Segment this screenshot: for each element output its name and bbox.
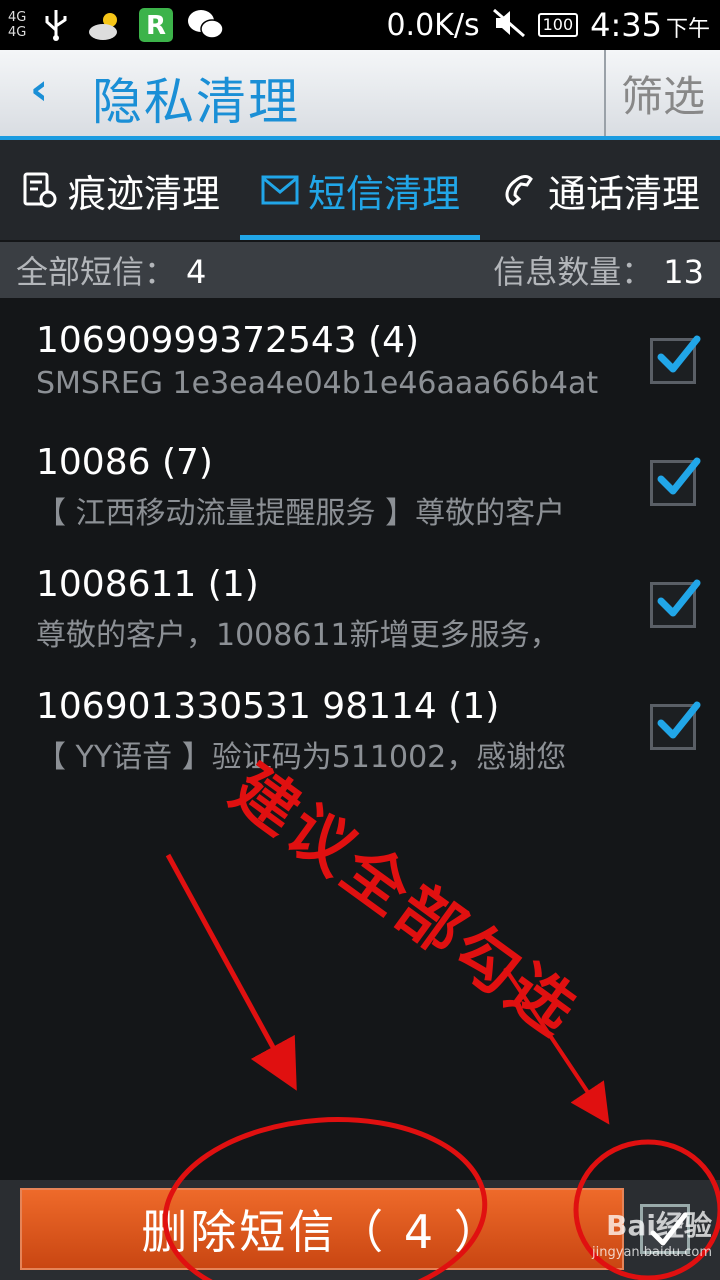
summary-bar: 全部短信： 4 信息数量： 13	[0, 242, 720, 298]
phone-icon	[500, 170, 540, 210]
battery-icon: 100	[537, 13, 579, 37]
network-speed: 0.0K/s	[386, 7, 480, 43]
all-sms-value: 4	[186, 253, 207, 291]
message-count-label: 信息数量：	[493, 253, 654, 291]
list-item[interactable]: 106901330531 98114 (1) 【 YY语音 】验证码为51100…	[0, 666, 720, 788]
message-checkbox[interactable]	[650, 335, 701, 384]
message-checkbox[interactable]	[650, 579, 701, 628]
delete-sms-button[interactable]: 删除短信（ 4 ）	[20, 1188, 624, 1270]
message-preview: 尊敬的客户，1008611新增更多服务，	[36, 618, 560, 653]
checkmark-icon	[657, 335, 701, 373]
message-list: 10690999372543 (4) SMSREG 1e3ea4e04b1e46…	[0, 300, 720, 788]
usb-icon	[36, 7, 76, 43]
message-preview: 【 YY语音 】验证码为511002，感谢您	[36, 740, 567, 775]
message-checkbox[interactable]	[650, 701, 701, 750]
clock-time: 4:35	[590, 6, 662, 44]
svg-text:R: R	[146, 11, 166, 41]
status-bar: 4G 4G R 0.0K/s 100 4:35 下午	[0, 0, 720, 50]
tab-calls-label: 通话清理	[547, 171, 700, 216]
tab-trace[interactable]: 痕迹清理	[0, 140, 240, 240]
message-preview: SMSREG 1e3ea4e04b1e46aaa66b4at	[36, 366, 599, 401]
message-sender: 10690999372543 (4)	[36, 320, 420, 361]
all-sms-label: 全部短信：	[16, 253, 177, 291]
message-sender: 106901330531 98114 (1)	[36, 686, 500, 727]
message-sender: 10086 (7)	[36, 442, 213, 483]
mail-icon	[260, 170, 300, 210]
message-preview: 【 江西移动流量提醒服务 】尊敬的客户	[36, 496, 566, 531]
checkmark-icon	[657, 701, 701, 739]
chevron-left-icon[interactable]: ‹	[30, 64, 48, 115]
title-bar: ‹ 隐私清理 筛选	[0, 50, 720, 140]
checkmark-icon	[657, 457, 701, 495]
signal-1-label: 4G	[8, 10, 27, 25]
signal-2-label: 4G	[8, 25, 27, 40]
page-title: 隐私清理	[92, 73, 300, 131]
message-count-value: 13	[663, 253, 704, 291]
clock-ampm: 下午	[665, 17, 710, 42]
all-sms-summary: 全部短信： 4	[16, 247, 206, 293]
message-sender: 1008611 (1)	[36, 564, 259, 605]
signal-icon: 4G 4G	[8, 11, 26, 39]
watermark-url: jingyan.baidu.com	[592, 1245, 712, 1260]
message-count-summary: 信息数量： 13	[493, 247, 704, 293]
checkmark-icon	[657, 579, 701, 617]
message-checkbox[interactable]	[650, 457, 701, 506]
list-item[interactable]: 10086 (7) 【 江西移动流量提醒服务 】尊敬的客户	[0, 422, 720, 544]
list-item[interactable]: 10690999372543 (4) SMSREG 1e3ea4e04b1e46…	[0, 300, 720, 422]
watermark-text: Bai经验	[606, 1209, 712, 1242]
weather-icon	[86, 7, 126, 43]
baidu-watermark: Bai经验 jingyan.baidu.com	[592, 1209, 712, 1260]
tab-sms[interactable]: 短信清理	[240, 140, 480, 240]
clock: 4:35 下午	[590, 6, 710, 44]
wechat-icon	[186, 7, 226, 43]
tab-bar: 痕迹清理 短信清理 通话清理	[0, 140, 720, 240]
filter-button[interactable]: 筛选	[604, 50, 720, 136]
tab-calls[interactable]: 通话清理	[480, 140, 720, 240]
tab-sms-label: 短信清理	[307, 171, 460, 216]
trace-icon	[20, 170, 60, 210]
annotation-arrow	[165, 853, 297, 1091]
list-item[interactable]: 1008611 (1) 尊敬的客户，1008611新增更多服务，	[0, 544, 720, 666]
tab-trace-label: 痕迹清理	[67, 171, 220, 216]
r-app-icon: R	[136, 7, 176, 43]
mute-icon	[492, 8, 526, 42]
